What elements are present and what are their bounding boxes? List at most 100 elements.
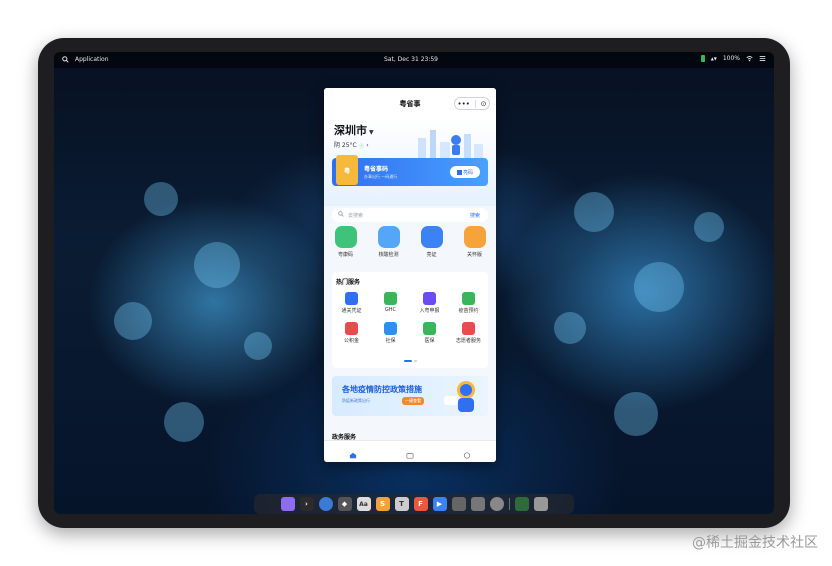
- dock-app-font-viewer[interactable]: Aa: [356, 497, 371, 511]
- bokeh-light: [574, 192, 614, 232]
- tab-profile[interactable]: 我的: [447, 441, 487, 462]
- banner-subtitle: 办事出行 一码通行: [364, 174, 398, 179]
- network-speed: ▲▼: [710, 56, 717, 61]
- bokeh-light: [114, 302, 152, 340]
- promo-subtitle: 防疫新政策出行: [342, 398, 370, 403]
- tab-services[interactable]: 办事: [390, 441, 430, 462]
- dock-app-gem[interactable]: ◆: [337, 497, 352, 511]
- tab-home[interactable]: 首页: [333, 441, 373, 462]
- city-selector[interactable]: 深圳市 ▼: [334, 122, 374, 138]
- show-code-button[interactable]: 亮码: [450, 166, 480, 178]
- search-placeholder: 去搜索: [348, 213, 364, 219]
- bokeh-light: [614, 392, 658, 436]
- battery-status-icon[interactable]: [700, 55, 705, 62]
- dock-app-monitor[interactable]: [514, 497, 529, 511]
- dock-app-browser[interactable]: [318, 497, 333, 511]
- pager-dot-active: [404, 360, 412, 362]
- quick-show-id[interactable]: 亮证: [412, 226, 452, 268]
- close-button[interactable]: ⊙: [481, 100, 487, 108]
- service-label: GHC: [384, 307, 397, 313]
- weather-text: 阴 25°C: [334, 142, 357, 149]
- ghc-qr-icon: [384, 292, 397, 305]
- service-housing-fund[interactable]: 公积金: [332, 322, 371, 344]
- search-icon[interactable]: [62, 56, 69, 63]
- promo-title: 各地疫情防控政策措施: [342, 385, 422, 394]
- vaccine-icon: [462, 292, 475, 305]
- service-label: 公积金: [343, 338, 359, 344]
- weather-info: 阴 25°C · ›: [334, 142, 369, 149]
- service-entry-declaration[interactable]: 入粤申报: [410, 292, 449, 314]
- quick-care-mode[interactable]: 关怀版: [455, 226, 495, 268]
- dock-app-filezilla[interactable]: F: [413, 497, 428, 511]
- app-header: 粤省事 ••• ⊙: [324, 88, 496, 118]
- pager-dot: [414, 360, 417, 362]
- city-name: 深圳市: [334, 124, 367, 137]
- battery-percent: 100%: [722, 55, 740, 62]
- service-vaccine[interactable]: 疫苗预约: [449, 292, 488, 314]
- mini-program-window[interactable]: 粤省事 ••• ⊙ 深圳市 ▼ 阴 25°C · › 粤 粤省事码 办事出行 一…: [324, 88, 496, 462]
- dock-separator: [508, 498, 510, 510]
- health-code-banner[interactable]: 粤 粤省事码 办事出行 一码通行 亮码: [332, 155, 488, 186]
- capsule-menu: ••• ⊙: [454, 97, 490, 110]
- watermark: @稀土掘金技术社区: [692, 535, 818, 551]
- service-ghc[interactable]: GHC: [371, 292, 410, 314]
- policy-promo-banner[interactable]: × 各地疫情防控政策措施 防疫新政策出行 一键查看: [332, 376, 488, 416]
- menu-icon[interactable]: [759, 55, 766, 62]
- service-customs-pass[interactable]: 通关凭证: [332, 292, 371, 314]
- service-label: 入粤申报: [419, 308, 440, 314]
- promo-button[interactable]: 一键查看: [402, 397, 424, 405]
- wifi-icon[interactable]: [746, 55, 753, 62]
- dock-app-settings[interactable]: [489, 497, 504, 511]
- id-card-icon: [420, 226, 443, 248]
- dock-app-player[interactable]: ▶: [432, 497, 447, 511]
- banner-badge: 粤: [336, 155, 358, 185]
- service-volunteer[interactable]: 志愿者服务: [449, 322, 488, 344]
- nucleic-test-icon: [377, 226, 400, 248]
- clock[interactable]: Sat, Dec 31 23:59: [384, 56, 438, 63]
- dock-app-github[interactable]: [451, 497, 466, 511]
- health-code-icon: [334, 226, 357, 248]
- declaration-icon: [423, 292, 436, 305]
- bokeh-light: [694, 212, 724, 242]
- service-label: 通关凭证: [341, 308, 362, 314]
- shield-icon: [423, 322, 436, 335]
- quick-health-code[interactable]: 粤康码: [326, 226, 366, 268]
- quick-label: 亮证: [426, 252, 437, 258]
- service-label: 社保: [385, 338, 396, 344]
- service-label: 疫苗预约: [458, 308, 479, 314]
- search-bar[interactable]: 去搜索 搜索: [332, 208, 488, 222]
- bokeh-light: [144, 182, 178, 216]
- application-menu[interactable]: Application: [75, 56, 109, 63]
- bokeh-light: [164, 402, 204, 442]
- top-bar: Application Sat, Dec 31 23:59 ▲▼ 100%: [54, 52, 774, 68]
- dock: › ◆ Aa S T F ▶: [254, 494, 574, 514]
- trash-icon[interactable]: [533, 497, 548, 511]
- service-social-security[interactable]: 社保: [371, 322, 410, 344]
- search-icon: [338, 211, 344, 217]
- dock-app-terminal[interactable]: ›: [299, 497, 314, 511]
- qr-code-icon: [456, 169, 462, 175]
- customs-pass-icon: [345, 292, 358, 305]
- bottom-tab-bar: 首页 办事 我的: [324, 440, 496, 462]
- bokeh-light: [634, 262, 684, 312]
- dock-app-window-manager[interactable]: [470, 497, 485, 511]
- dock-app-sublime[interactable]: S: [375, 497, 390, 511]
- search-button[interactable]: 搜索: [470, 212, 480, 219]
- show-code-label: 亮码: [462, 169, 473, 176]
- briefcase-icon: [406, 453, 414, 459]
- housing-fund-icon: [345, 322, 358, 335]
- dock-app-typora[interactable]: T: [394, 497, 409, 511]
- more-button[interactable]: •••: [457, 100, 469, 108]
- mascot-illustration: [444, 381, 475, 412]
- hot-services-title: 热门服务: [336, 279, 361, 286]
- service-medical-insurance[interactable]: 医保: [410, 322, 449, 344]
- quick-actions: 粤康码 核酸检测 亮证 关怀版: [324, 226, 496, 268]
- bokeh-light: [554, 312, 586, 344]
- weather-tag: ·: [358, 143, 365, 149]
- hot-services-grid: 通关凭证 GHC 入粤申报 疫苗预约 公积金 社保 医保 志愿者服务: [332, 292, 488, 344]
- volunteer-icon: [462, 322, 475, 335]
- caret-down-icon: ▼: [369, 129, 374, 136]
- dock-app-launcher[interactable]: [280, 497, 295, 511]
- banner-title: 粤省事码: [364, 166, 389, 173]
- quick-nucleic-test[interactable]: 核酸检测: [369, 226, 409, 268]
